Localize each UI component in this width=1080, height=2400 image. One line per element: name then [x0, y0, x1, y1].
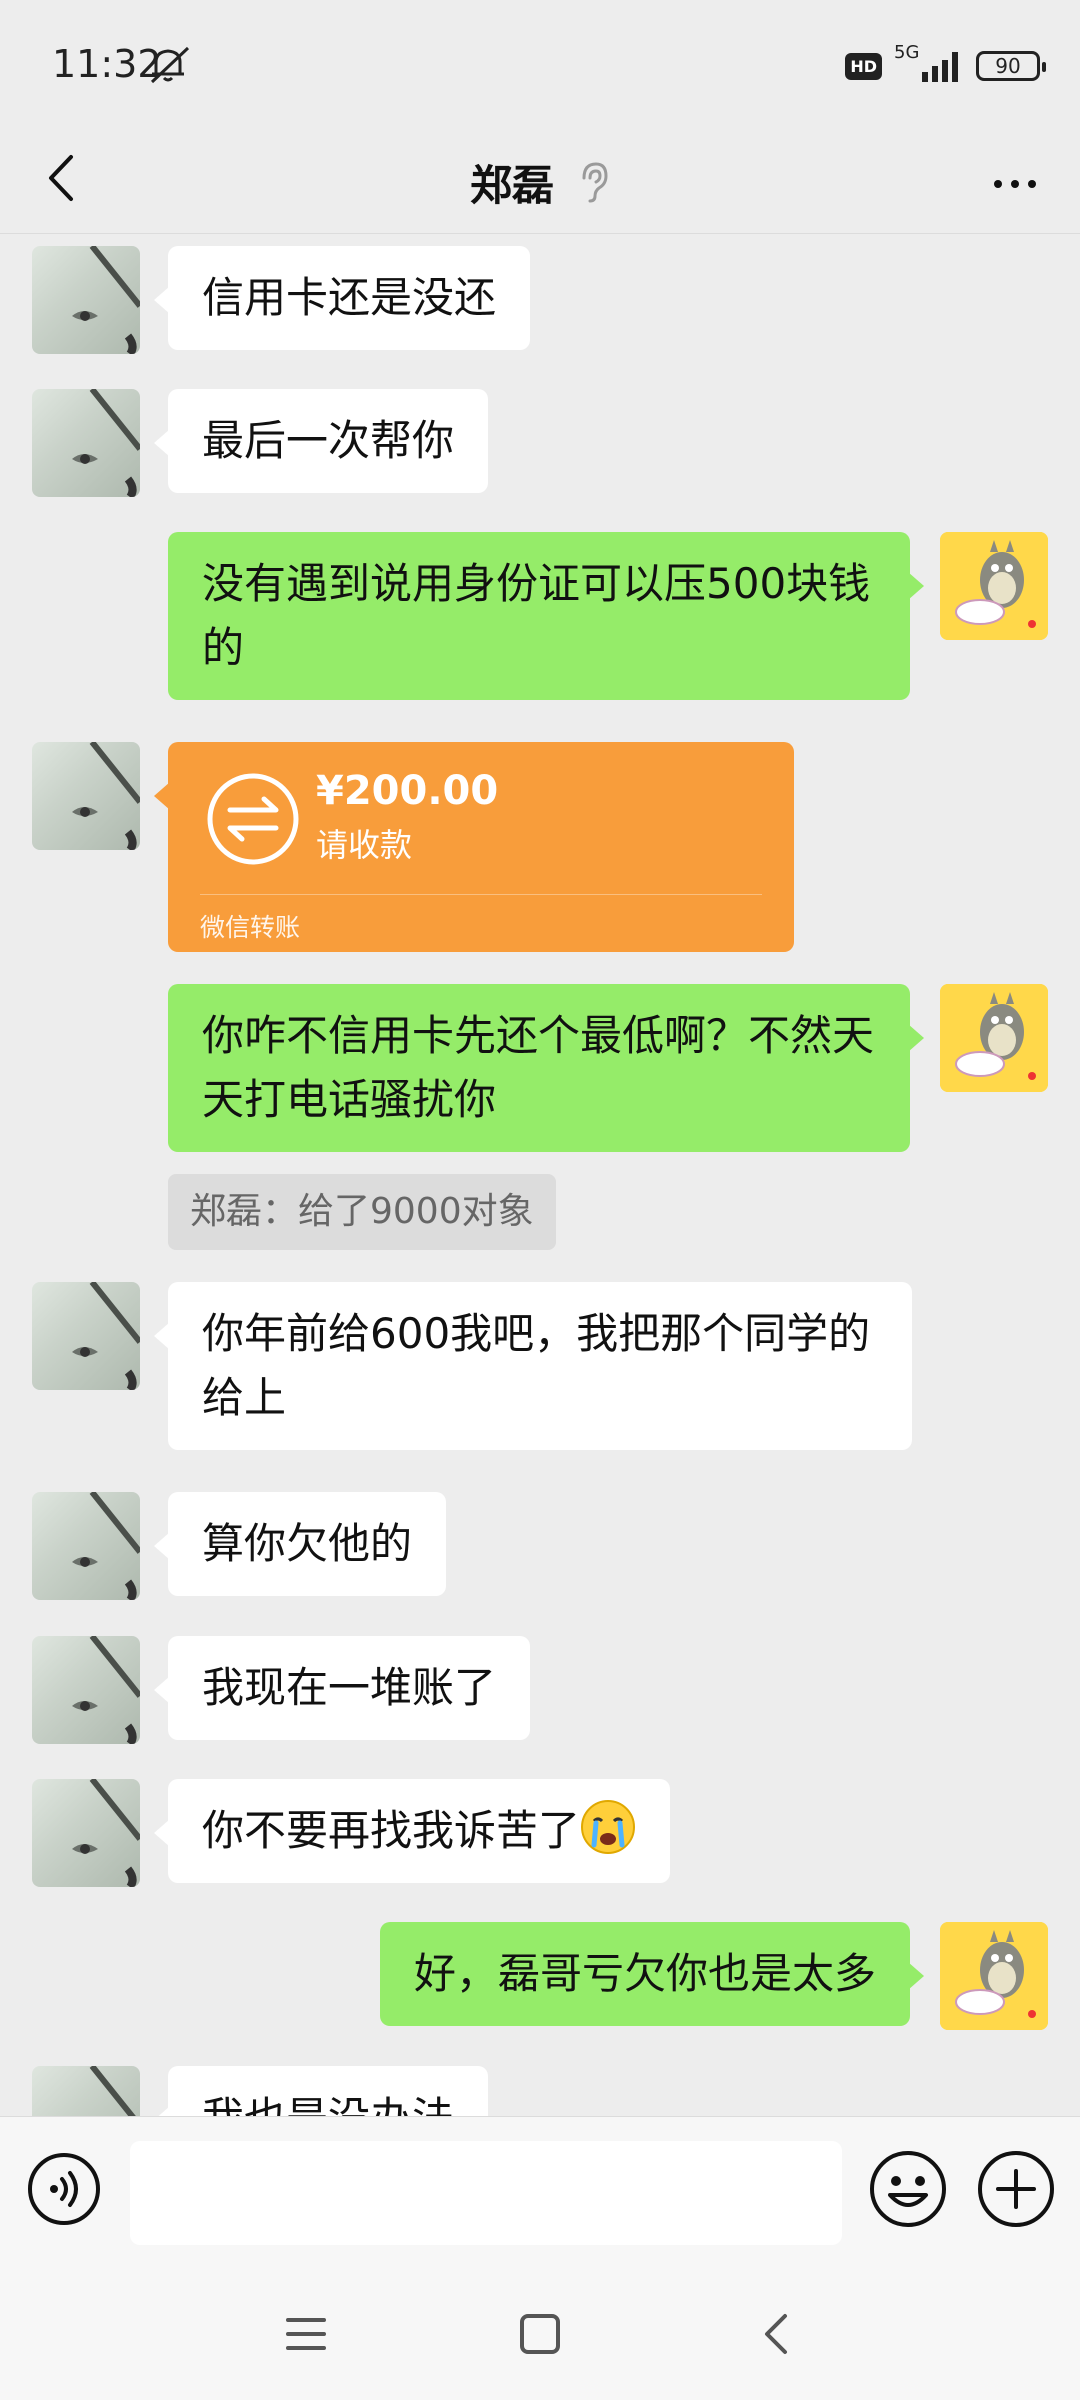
message-bubble[interactable]: 最后一次帮你 [153, 389, 489, 493]
transfer-status: 请收款 [316, 826, 413, 864]
message-bubble[interactable]: 没有遇到说用身份证可以压500块钱的 [168, 532, 924, 700]
back-icon [765, 2314, 787, 2354]
transfer-icon [207, 773, 299, 865]
system-navigation-bar [0, 2264, 1080, 2400]
my-avatar[interactable] [940, 1922, 1048, 2030]
my-avatar[interactable] [940, 532, 1048, 640]
message-bubble[interactable]: 算你欠他的 [153, 1492, 447, 1596]
friend-avatar[interactable] [32, 2066, 140, 2116]
status-indicators: HD 5G 90 [845, 42, 1046, 86]
message-bubble[interactable]: 信用卡还是没还 [153, 246, 531, 350]
status-bar: 11:32 HD 5G 90 [0, 0, 1080, 130]
message-bubble[interactable]: 我现在一堆账了 [153, 1636, 531, 1740]
mute-icon [150, 46, 190, 84]
chat-title[interactable]: 郑磊 [470, 152, 554, 213]
transfer-label: 微信转账 [200, 913, 301, 942]
friend-avatar[interactable] [32, 1779, 140, 1887]
chat-message-list[interactable]: 信用卡还是没还 最后一次帮你 没有遇到说用身份证可以压500块钱的 ¥200.0… [0, 234, 1080, 2116]
battery-level: 90 [995, 54, 1021, 78]
emoji-button[interactable] [868, 2149, 948, 2229]
message-bubble[interactable]: 你年前给600我吧，我把那个同学的给上 [154, 1282, 912, 1450]
earpiece-mode-icon [582, 162, 608, 203]
network-type: 5G [894, 42, 920, 63]
friend-avatar[interactable] [32, 389, 140, 497]
menu-button[interactable] [276, 2304, 336, 2364]
status-time: 11:32 [52, 42, 162, 86]
message-input[interactable] [130, 2141, 842, 2245]
friend-avatar[interactable] [32, 742, 140, 850]
message-bubble[interactable]: 你不要再找我诉苦了 [153, 1779, 671, 1883]
my-avatar[interactable] [940, 984, 1048, 1092]
friend-avatar[interactable] [32, 246, 140, 354]
more-functions-button[interactable] [976, 2149, 1056, 2229]
transfer-card[interactable]: ¥200.00 请收款 微信转账 [154, 742, 794, 952]
voice-input-button[interactable] [26, 2151, 102, 2227]
chat-header: 郑磊 [0, 130, 1080, 234]
message-bubble[interactable]: 好，磊哥亏欠你也是太多 [379, 1922, 925, 2026]
input-bar [0, 2116, 1080, 2264]
signal-icon: 5G [894, 42, 964, 86]
hd-badge: HD [845, 52, 882, 80]
message-bubble[interactable]: 你咋不信用卡先还个最低啊？不然天天打电话骚扰你 [168, 984, 924, 1152]
home-button[interactable] [510, 2304, 570, 2364]
friend-avatar[interactable] [32, 1636, 140, 1744]
quoted-message[interactable]: 郑磊：给了9000对象 [168, 1174, 556, 1250]
home-icon [520, 2314, 560, 2354]
divider [200, 894, 762, 895]
battery-icon: 90 [976, 51, 1046, 81]
message-bubble[interactable]: 我也是没办法 [153, 2066, 489, 2116]
message-text: 你不要再找我诉苦了 [202, 1806, 581, 1855]
friend-avatar[interactable] [32, 1492, 140, 1600]
system-back-button[interactable] [746, 2304, 806, 2364]
transfer-amount: ¥200.00 [316, 768, 499, 814]
more-options-button[interactable] [980, 154, 1050, 214]
menu-icon [286, 2318, 326, 2350]
friend-avatar[interactable] [32, 1282, 140, 1390]
crying-face-icon [581, 1800, 636, 1854]
